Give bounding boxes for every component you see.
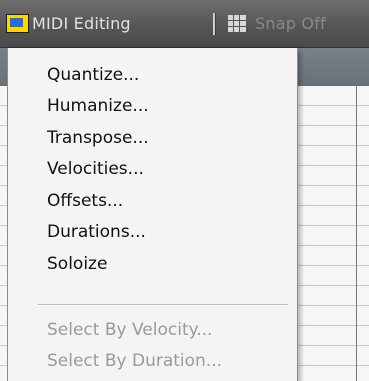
snap-label: Snap Off [255,14,326,33]
menu-item-select-by-velocity: Select By Velocity... [47,320,213,340]
grid-snap-icon [228,15,246,32]
menu-item-humanize[interactable]: Humanize... [47,93,149,119]
menu-item-durations[interactable]: Durations... [47,219,146,245]
toolbar-separator [213,13,216,35]
menu-item-transpose[interactable]: Transpose... [47,125,149,151]
grid-vertical-line [356,86,357,381]
menu-item-soloize[interactable]: Soloize [47,251,107,277]
snap-button[interactable]: Snap Off [228,8,369,39]
midi-editing-icon [6,14,29,33]
menu-separator [38,304,288,306]
menu-item-select-by-duration: Select By Duration... [47,351,223,371]
menu-item-quantize[interactable]: Quantize... [47,62,139,88]
midi-editing-label: MIDI Editing [32,14,131,33]
menu-item-offsets[interactable]: Offsets... [47,188,123,214]
midi-editing-button[interactable]: MIDI Editing [6,8,212,39]
menu-item-velocities[interactable]: Velocities... [47,156,144,182]
midi-editing-menu: Quantize... Humanize... Transpose... Vel… [7,48,298,381]
toolbar: MIDI Editing Snap Off [0,0,369,48]
